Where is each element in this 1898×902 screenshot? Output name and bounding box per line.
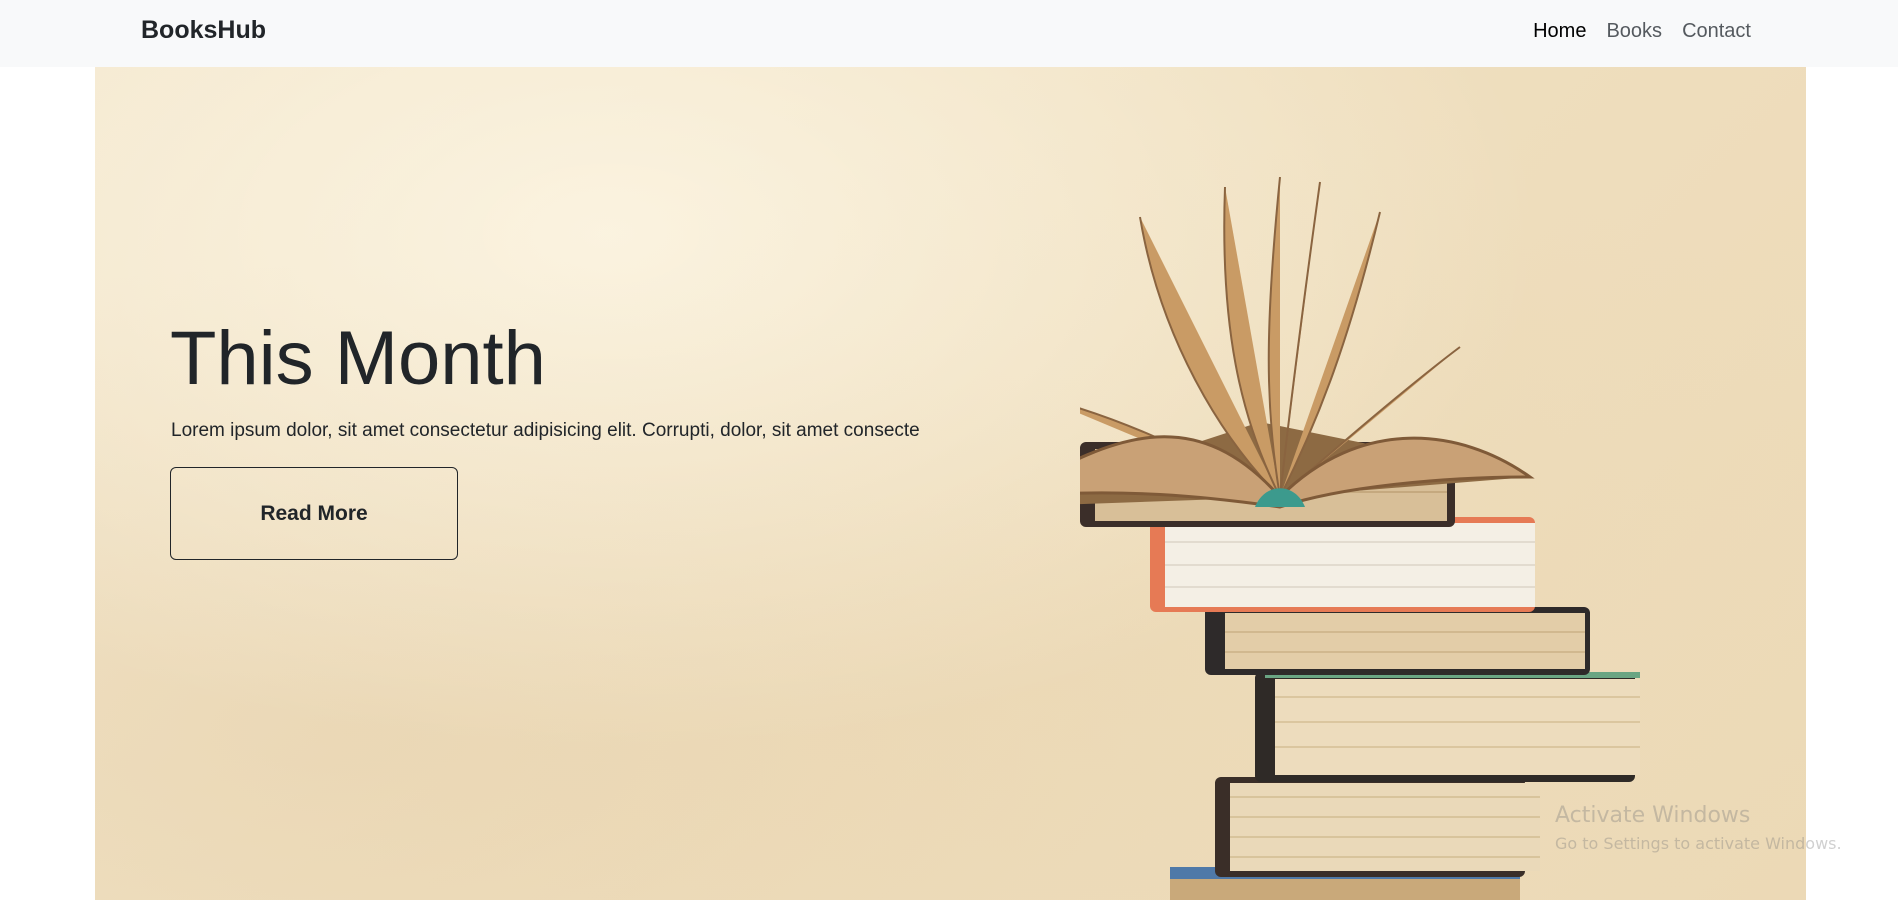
- nav-link-home[interactable]: Home: [1533, 20, 1586, 43]
- hero-banner: This Month Lorem ipsum dolor, sit amet c…: [95, 67, 1806, 900]
- brand-logo[interactable]: BooksHub: [141, 16, 266, 45]
- navbar: BooksHub Home Books Contact: [0, 0, 1898, 67]
- nav-link-contact[interactable]: Contact: [1682, 20, 1751, 43]
- hero-title: This Month: [170, 316, 546, 401]
- book-stack-image: [1080, 177, 1640, 900]
- read-more-button[interactable]: Read More: [170, 467, 458, 560]
- nav-link-books[interactable]: Books: [1606, 20, 1662, 43]
- nav-links: Home Books Contact: [1533, 20, 1751, 43]
- hero-description: Lorem ipsum dolor, sit amet consectetur …: [171, 420, 920, 441]
